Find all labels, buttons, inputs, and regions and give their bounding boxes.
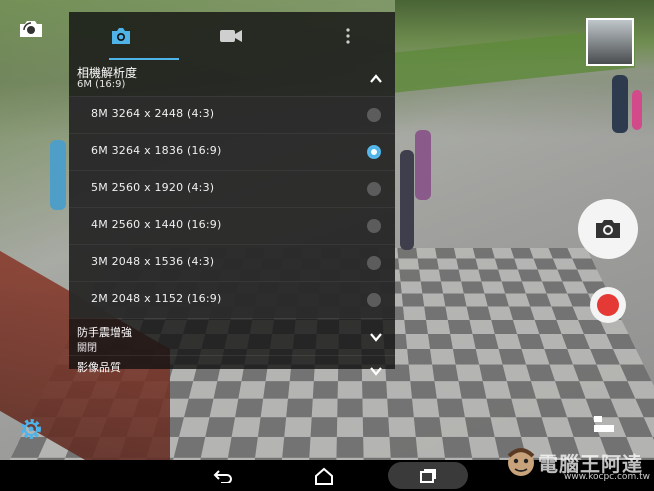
switch-camera-icon[interactable] — [16, 16, 46, 40]
pedestrian — [632, 90, 642, 130]
back-button[interactable] — [193, 460, 253, 491]
resolution-option[interactable]: 6M 3264 x 1836 (16:9) — [69, 133, 395, 170]
home-icon — [315, 467, 333, 485]
option-label: 6M 3264 x 1836 (16:9) — [91, 144, 222, 157]
gear-icon[interactable] — [18, 416, 44, 442]
stabilization-setting[interactable]: 防手震增強 關閉 — [69, 318, 395, 355]
tab-photo-settings[interactable] — [69, 12, 173, 60]
mascot-logo-icon — [507, 448, 535, 476]
radio-button[interactable] — [367, 256, 381, 270]
back-icon — [213, 469, 232, 483]
option-label: 8M 3264 x 2448 (4:3) — [91, 107, 215, 120]
camera-mode-icon[interactable] — [592, 414, 616, 434]
resolution-option[interactable]: 4M 2560 x 1440 (16:9) — [69, 207, 395, 244]
overflow-menu-icon[interactable] — [345, 28, 351, 44]
radio-button[interactable] — [367, 182, 381, 196]
resolution-option[interactable]: 5M 2560 x 1920 (4:3) — [69, 170, 395, 207]
resolution-option[interactable]: 3M 2048 x 1536 (4:3) — [69, 244, 395, 281]
resolution-section-header[interactable]: 相機解析度 6M (16:9) — [69, 60, 395, 96]
pedestrian — [400, 150, 414, 250]
camera-icon — [596, 220, 620, 238]
camera-settings-panel: 相機解析度 6M (16:9) 8M 3264 x 2448 (4:3) 6M … — [69, 12, 395, 376]
recent-apps-button[interactable] — [398, 460, 458, 491]
resolution-option[interactable]: 2M 2048 x 1152 (16:9) — [69, 281, 395, 318]
radio-button[interactable] — [367, 293, 381, 307]
settings-tabs — [69, 12, 395, 60]
chevron-down-icon[interactable] — [369, 330, 383, 344]
option-label: 3M 2048 x 1536 (4:3) — [91, 255, 215, 268]
recent-apps-icon — [420, 468, 436, 483]
record-icon — [597, 294, 619, 316]
gallery-thumbnail[interactable] — [586, 18, 634, 66]
resolution-option[interactable]: 8M 3264 x 2448 (4:3) — [69, 96, 395, 133]
chevron-up-icon[interactable] — [369, 72, 383, 86]
shutter-button[interactable] — [578, 199, 638, 259]
pedestrian — [612, 75, 628, 133]
option-label: 4M 2560 x 1440 (16:9) — [91, 218, 222, 231]
watermark-url: www.kocpc.com.tw — [564, 472, 650, 482]
resolution-current-value: 6M (16:9) — [77, 79, 126, 90]
stabilization-title: 防手震增強 — [77, 326, 132, 339]
option-label: 5M 2560 x 1920 (4:3) — [91, 181, 215, 194]
pedestrian — [415, 130, 431, 200]
quality-title: 影像品質 — [77, 361, 121, 374]
record-video-button[interactable] — [590, 287, 626, 323]
camera-icon — [112, 28, 130, 44]
stabilization-value: 關閉 — [77, 343, 97, 354]
chevron-down-icon[interactable] — [369, 364, 383, 376]
quality-setting[interactable]: 影像品質 — [69, 355, 395, 376]
video-camera-icon — [220, 30, 242, 42]
radio-button[interactable] — [367, 108, 381, 122]
option-label: 2M 2048 x 1152 (16:9) — [91, 292, 222, 305]
watermark: 電腦王阿達 www.kocpc.com.tw — [506, 444, 652, 488]
radio-button[interactable] — [367, 219, 381, 233]
home-button[interactable] — [294, 460, 354, 491]
radio-button-selected[interactable] — [367, 145, 381, 159]
tab-video-settings[interactable] — [179, 12, 283, 60]
pedestrian — [50, 140, 66, 210]
